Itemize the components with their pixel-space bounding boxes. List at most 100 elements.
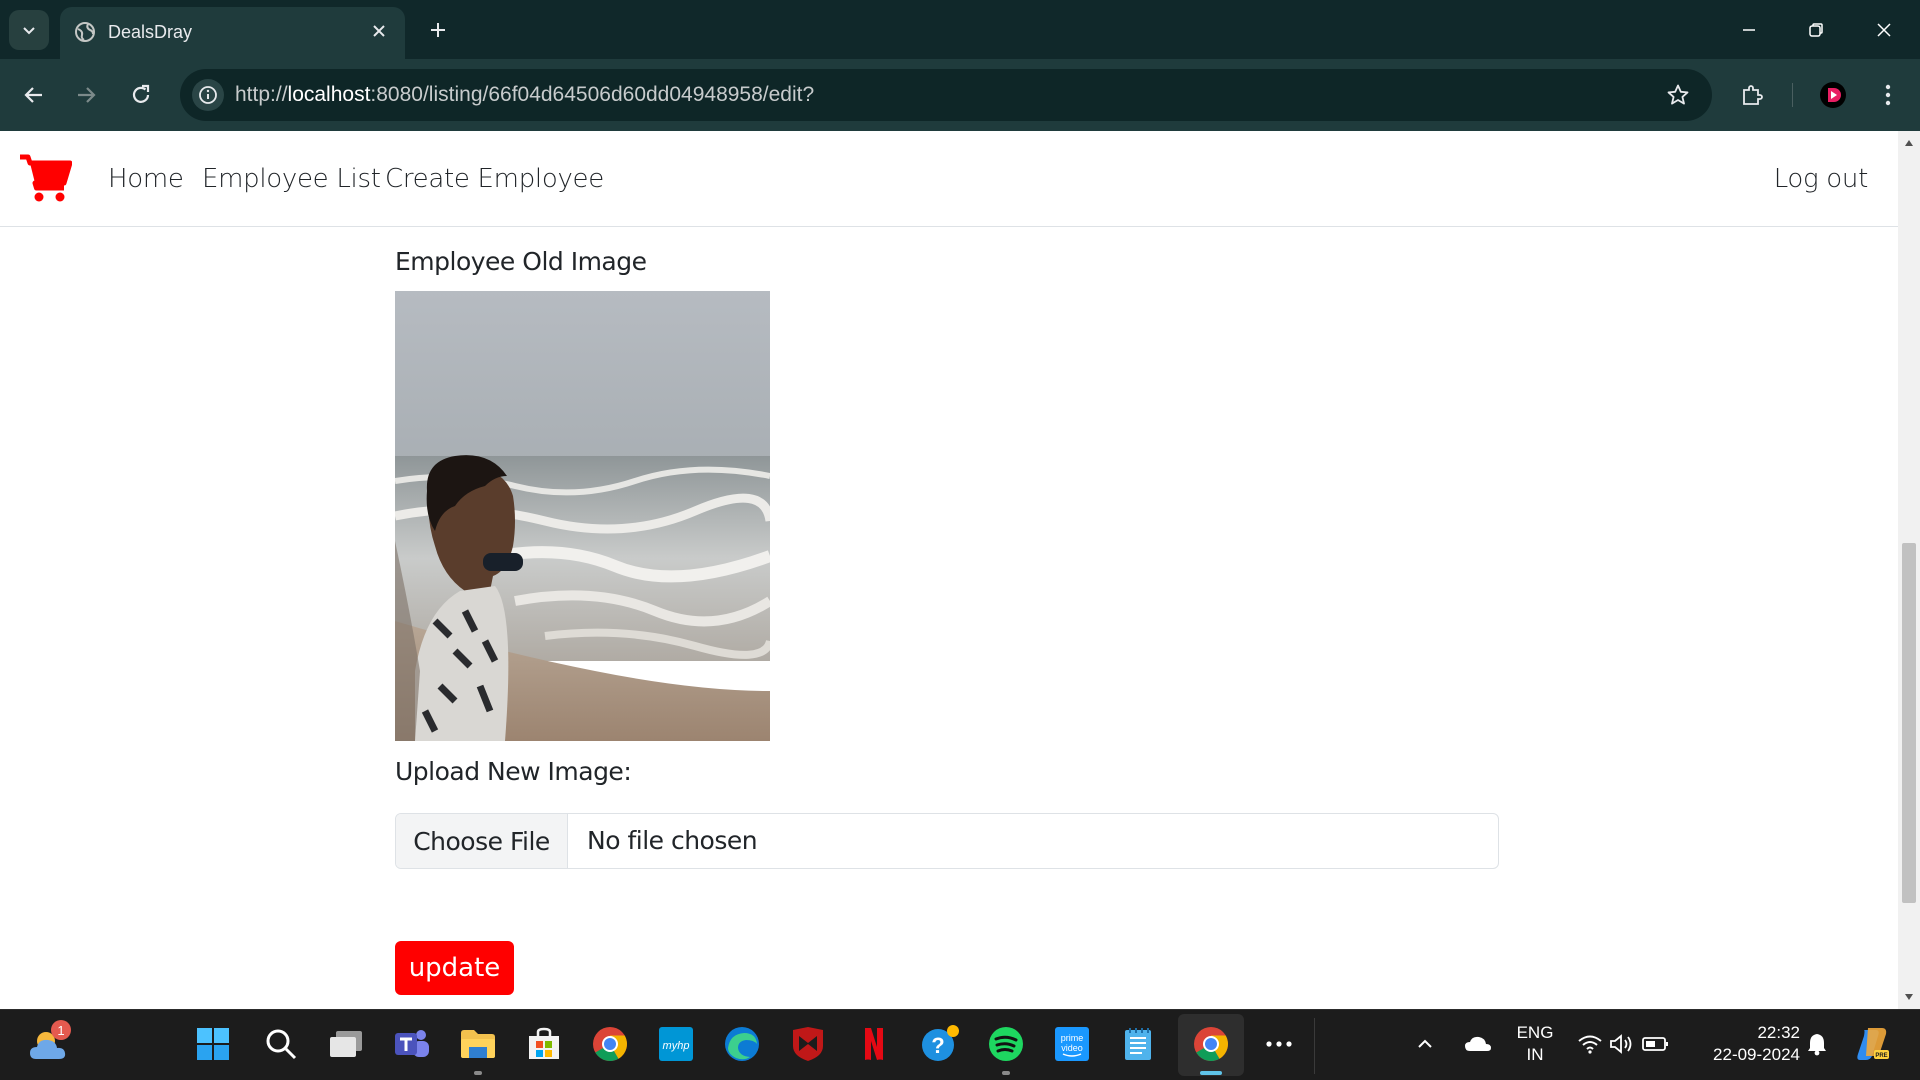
copilot-icon: PRE bbox=[1857, 1028, 1889, 1060]
language-indicator[interactable]: ENG IN bbox=[1512, 1022, 1558, 1066]
edge-app[interactable] bbox=[722, 1024, 762, 1064]
search-button[interactable] bbox=[261, 1024, 301, 1064]
mcafee-app[interactable] bbox=[788, 1024, 828, 1064]
toolbar-divider bbox=[1792, 83, 1793, 107]
old-image-label: Employee Old Image bbox=[395, 247, 647, 276]
windows-logo-icon bbox=[197, 1028, 229, 1060]
extensions-button[interactable] bbox=[1734, 77, 1770, 113]
image-file-input[interactable]: Choose File No file chosen bbox=[395, 813, 1499, 869]
new-tab-button[interactable] bbox=[424, 16, 452, 44]
chrome-app[interactable] bbox=[590, 1024, 630, 1064]
scroll-down-arrow[interactable] bbox=[1903, 991, 1915, 1003]
arrow-right-icon bbox=[78, 87, 96, 103]
restore-button[interactable] bbox=[1792, 12, 1840, 48]
bookmark-button[interactable] bbox=[1664, 81, 1692, 109]
menu-button[interactable] bbox=[1870, 77, 1906, 113]
cloud-icon bbox=[1465, 1036, 1491, 1051]
brand-logo[interactable] bbox=[18, 153, 73, 203]
network-volume-battery[interactable] bbox=[1575, 1024, 1675, 1064]
svg-text:video: video bbox=[1061, 1043, 1083, 1053]
svg-text:PRE: PRE bbox=[1875, 1053, 1887, 1059]
page-scrollbar[interactable] bbox=[1898, 131, 1920, 1009]
globe-icon bbox=[75, 22, 95, 42]
update-button[interactable]: update bbox=[395, 941, 514, 995]
url-host: localhost bbox=[287, 83, 371, 106]
tab-title: DealsDray bbox=[108, 22, 193, 42]
file-status-text: No file chosen bbox=[587, 826, 758, 855]
close-tab-button[interactable] bbox=[367, 19, 391, 43]
battery-icon bbox=[1642, 1037, 1668, 1051]
explorer-running-indicator bbox=[474, 1071, 482, 1075]
copilot-button[interactable]: PRE bbox=[1852, 1024, 1892, 1064]
myhp-icon: myhp bbox=[659, 1027, 693, 1061]
profile-button[interactable] bbox=[1815, 77, 1851, 113]
employee-photo bbox=[395, 291, 770, 741]
myhp-app[interactable]: myhp bbox=[656, 1024, 696, 1064]
search-icon bbox=[266, 1029, 297, 1060]
microsoft-store-app[interactable] bbox=[524, 1024, 564, 1064]
teams-icon bbox=[395, 1030, 429, 1057]
close-icon bbox=[373, 25, 385, 37]
close-icon bbox=[1877, 23, 1891, 37]
start-button[interactable] bbox=[193, 1024, 233, 1064]
weather-widget[interactable]: 1 bbox=[26, 1020, 74, 1068]
avatar-icon bbox=[1820, 82, 1846, 108]
tab-search-button[interactable] bbox=[9, 10, 49, 50]
language-code: ENG bbox=[1516, 1023, 1554, 1042]
chrome-icon bbox=[1194, 1027, 1228, 1061]
back-button[interactable] bbox=[16, 77, 52, 113]
triangle-down-icon bbox=[1905, 994, 1913, 1000]
task-view-button[interactable] bbox=[326, 1024, 366, 1064]
nav-employee-list[interactable]: Employee List bbox=[202, 164, 381, 194]
notifications-button[interactable] bbox=[1802, 1024, 1832, 1064]
triangle-up-icon bbox=[1905, 140, 1913, 146]
spotify-running-indicator bbox=[1002, 1071, 1010, 1075]
reload-button[interactable] bbox=[123, 77, 159, 113]
site-info-button[interactable] bbox=[192, 79, 224, 111]
browser-tab-bar: DealsDray bbox=[0, 0, 1920, 59]
help-app[interactable]: ? bbox=[920, 1024, 960, 1064]
onedrive-button[interactable] bbox=[1460, 1024, 1496, 1064]
employee-old-image bbox=[395, 291, 770, 741]
close-window-button[interactable] bbox=[1860, 12, 1908, 48]
logout-link[interactable]: Log out bbox=[1774, 164, 1869, 194]
notepad-app[interactable] bbox=[1118, 1024, 1158, 1064]
show-hidden-icons-button[interactable] bbox=[1410, 1024, 1440, 1064]
netflix-app[interactable] bbox=[854, 1024, 894, 1064]
more-apps-button[interactable] bbox=[1259, 1024, 1299, 1064]
nav-home[interactable]: Home bbox=[108, 164, 184, 194]
scroll-thumb[interactable] bbox=[1902, 543, 1916, 903]
chrome-active-app[interactable] bbox=[1191, 1024, 1231, 1064]
choose-file-button[interactable]: Choose File bbox=[396, 814, 568, 868]
task-view-icon bbox=[330, 1031, 362, 1057]
arrow-left-icon bbox=[24, 87, 42, 103]
url-text[interactable]: http://localhost:8080/listing/66f04d6450… bbox=[235, 83, 814, 107]
prime-video-app[interactable]: prime video bbox=[1052, 1024, 1092, 1064]
shopping-cart-icon bbox=[20, 154, 73, 202]
teams-app[interactable] bbox=[392, 1024, 432, 1064]
wifi-icon bbox=[1578, 1035, 1602, 1054]
help-icon: ? bbox=[922, 1025, 959, 1061]
mcafee-shield-icon bbox=[793, 1027, 823, 1061]
store-icon bbox=[529, 1027, 559, 1059]
notepad-icon bbox=[1125, 1028, 1151, 1060]
browser-tab[interactable]: DealsDray bbox=[60, 7, 405, 59]
edge-icon bbox=[725, 1027, 759, 1061]
clock-date: 22-09-2024 bbox=[1713, 1045, 1800, 1064]
spotify-app[interactable] bbox=[986, 1024, 1026, 1064]
svg-text:myhp: myhp bbox=[663, 1040, 690, 1052]
scroll-up-arrow[interactable] bbox=[1903, 137, 1915, 149]
folder-icon bbox=[461, 1030, 495, 1058]
upload-new-image-label: Upload New Image: bbox=[395, 757, 632, 786]
url-scheme: http:// bbox=[235, 83, 288, 106]
minimize-button[interactable] bbox=[1725, 12, 1773, 48]
file-explorer-app[interactable] bbox=[458, 1024, 498, 1064]
address-bar[interactable]: http://localhost:8080/listing/66f04d6450… bbox=[180, 69, 1712, 121]
clock[interactable]: 22:32 22-09-2024 bbox=[1690, 1022, 1800, 1066]
minimize-icon bbox=[1743, 29, 1755, 31]
nav-create-employee[interactable]: Create Employee bbox=[385, 164, 604, 194]
region-code: IN bbox=[1526, 1045, 1544, 1064]
site-navbar: Home Employee List Create Employee Log o… bbox=[0, 131, 1898, 227]
volume-icon bbox=[1610, 1034, 1632, 1054]
forward-button[interactable] bbox=[68, 77, 104, 113]
